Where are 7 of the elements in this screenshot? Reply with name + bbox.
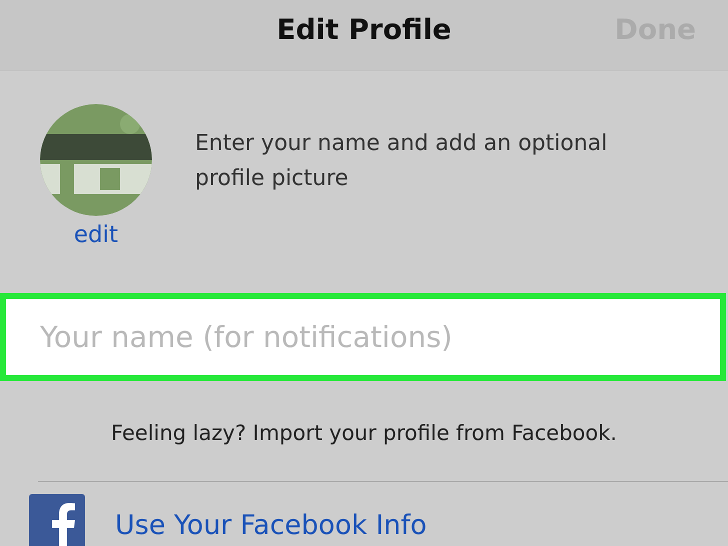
profile-hint: Enter your name and add an optional profile picture: [195, 130, 608, 193]
facebook-icon: [29, 494, 85, 546]
facebook-info-link[interactable]: Use Your Facebook Info: [115, 511, 427, 541]
screen-title: Edit Profile: [276, 12, 452, 46]
import-hint: Feeling lazy? Import your profile from Facebook.: [110, 421, 618, 445]
edit-link[interactable]: edit: [74, 222, 118, 248]
name-field[interactable]: Your name (for notifications): [0, 293, 726, 381]
